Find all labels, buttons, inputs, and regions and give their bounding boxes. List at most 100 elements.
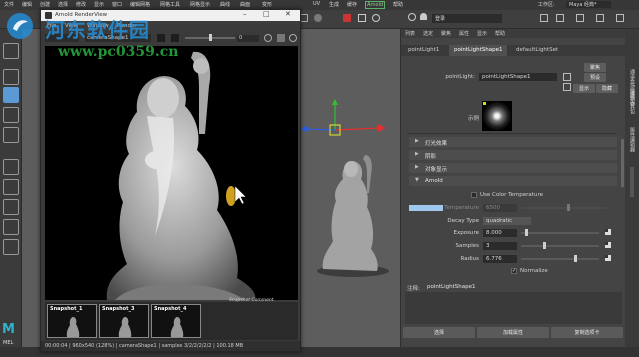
menu-edit[interactable]: 编辑 bbox=[22, 1, 32, 8]
layout-icon-3[interactable] bbox=[576, 14, 584, 22]
tab-defaultlightset[interactable]: defaultLightSet bbox=[511, 45, 563, 56]
search-icon[interactable] bbox=[408, 13, 416, 21]
menu-deform[interactable]: 变形 bbox=[262, 1, 272, 8]
section-light-effects[interactable]: ▶ 灯光效果 bbox=[409, 137, 617, 147]
tab-pointlight1[interactable]: pointLight1 bbox=[403, 45, 444, 56]
exposure-slider-rv[interactable] bbox=[185, 34, 235, 41]
snapshot-thumb-1[interactable]: Snapshot_1 bbox=[47, 304, 97, 338]
menu-mesh-display[interactable]: 网格显示 bbox=[190, 1, 210, 8]
tab-modeling-toolkit[interactable]: 建模工具包 bbox=[628, 89, 636, 114]
login-dropdown[interactable]: 登录 bbox=[432, 14, 502, 23]
light-color-swatch[interactable] bbox=[409, 205, 443, 211]
lasso-tool-icon[interactable] bbox=[3, 69, 19, 85]
section-arnold[interactable]: ▼ Arnold bbox=[409, 176, 617, 186]
menu-create[interactable]: 创建 bbox=[40, 1, 50, 8]
radius-slider[interactable] bbox=[521, 255, 599, 262]
menu-select[interactable]: 选择 bbox=[58, 1, 68, 8]
node-name-field[interactable]: pointLightShape1 bbox=[479, 73, 557, 81]
load-attributes-button[interactable]: 加载属性 bbox=[477, 327, 549, 338]
channel-icon[interactable] bbox=[157, 34, 165, 42]
temperature-field[interactable]: 6500 bbox=[483, 204, 517, 212]
manip-x-arrow[interactable] bbox=[378, 124, 386, 132]
go-to-output-icon[interactable] bbox=[563, 83, 571, 91]
layout-icon-5[interactable] bbox=[616, 14, 624, 22]
exposure-slider-knob[interactable] bbox=[525, 229, 528, 236]
menu-curves[interactable]: 曲线 bbox=[220, 1, 230, 8]
samples-slider[interactable] bbox=[521, 242, 599, 249]
strip-scrollbar[interactable] bbox=[630, 167, 634, 197]
copy-tab-button[interactable]: 复制选项卡 bbox=[551, 327, 623, 338]
radius-slider-knob[interactable] bbox=[574, 255, 577, 262]
menu-generate[interactable]: 生成 bbox=[329, 1, 339, 8]
exposure-knob-rv[interactable] bbox=[209, 34, 212, 41]
menu-mesh-tools[interactable]: 网格工具 bbox=[160, 1, 180, 8]
normalize-checkbox[interactable]: ✓ bbox=[511, 268, 517, 274]
snapshot-thumb-3[interactable]: Snapshot_4 bbox=[151, 304, 201, 338]
samples-field[interactable]: 3 bbox=[483, 242, 517, 250]
section-object-display[interactable]: ▶ 对象显示 bbox=[409, 163, 617, 173]
exposure-field[interactable]: 8.000 bbox=[483, 229, 517, 237]
preset-button[interactable]: 预设 bbox=[584, 73, 606, 82]
exposure-value-rv[interactable]: 0 bbox=[237, 35, 259, 42]
hypershade-layout-icon[interactable] bbox=[3, 239, 19, 255]
four-view-icon[interactable] bbox=[3, 179, 19, 195]
outliner-layout-icon[interactable] bbox=[3, 199, 19, 215]
sun-icon[interactable] bbox=[372, 14, 380, 22]
menu-arnold[interactable]: Arnold bbox=[365, 1, 386, 9]
attr-menu-list[interactable]: 列表 bbox=[405, 30, 415, 37]
manip-y-arrow[interactable] bbox=[332, 99, 338, 105]
layout-icon-1[interactable] bbox=[540, 14, 548, 22]
show-button[interactable]: 显示 bbox=[573, 84, 595, 93]
region-icon[interactable] bbox=[171, 34, 179, 42]
minimize-icon[interactable]: – bbox=[243, 10, 247, 18]
samples-slider-knob[interactable] bbox=[543, 242, 546, 249]
ipr-icon[interactable] bbox=[314, 14, 322, 22]
tab-attribute-editor[interactable]: 属性编辑器 bbox=[628, 127, 636, 152]
snapshot-thumb-2[interactable]: Snapshot_3 bbox=[99, 304, 149, 338]
close-icon[interactable]: ✕ bbox=[285, 10, 291, 18]
scale-tool-icon[interactable] bbox=[3, 127, 19, 143]
focus-button[interactable]: 聚焦 bbox=[584, 63, 606, 72]
radius-map-button[interactable] bbox=[605, 255, 611, 261]
menu-display[interactable]: 显示 bbox=[94, 1, 104, 8]
refresh-icon[interactable] bbox=[264, 34, 272, 42]
render-image[interactable] bbox=[45, 46, 298, 300]
menu-help[interactable]: 帮助 bbox=[393, 1, 403, 8]
attr-scrollbar[interactable] bbox=[621, 139, 624, 187]
layout-icon-4[interactable] bbox=[596, 14, 604, 22]
radius-field[interactable]: 6.776 bbox=[483, 255, 517, 263]
menu-window[interactable]: 窗口 bbox=[112, 1, 122, 8]
menu-cache[interactable]: 缓存 bbox=[347, 1, 357, 8]
single-view-icon[interactable] bbox=[3, 159, 19, 175]
render-icon[interactable] bbox=[300, 14, 308, 22]
hide-button[interactable]: 隐藏 bbox=[596, 84, 618, 93]
mel-label[interactable]: MEL bbox=[3, 340, 13, 346]
attr-menu-focus[interactable]: 聚焦 bbox=[441, 30, 451, 37]
exposure-slider[interactable] bbox=[521, 229, 599, 236]
settings-gear-icon[interactable] bbox=[289, 34, 297, 42]
stop-icon[interactable] bbox=[277, 34, 285, 42]
attr-menu-selected[interactable]: 选定 bbox=[423, 30, 433, 37]
attr-menu-help[interactable]: 帮助 bbox=[495, 30, 505, 37]
notes-textarea[interactable] bbox=[405, 292, 622, 324]
menu-uv[interactable]: UV bbox=[313, 1, 320, 7]
go-to-input-icon[interactable] bbox=[563, 73, 571, 81]
render-settings-icon[interactable] bbox=[343, 14, 351, 22]
rotate-tool-icon[interactable] bbox=[3, 107, 19, 123]
maximize-icon[interactable]: □ bbox=[263, 10, 270, 18]
workspace-dropdown[interactable]: Maya 经典* bbox=[566, 1, 611, 8]
select-tool-icon[interactable] bbox=[3, 43, 19, 59]
hypershade-icon[interactable] bbox=[358, 14, 366, 22]
temperature-slider[interactable] bbox=[521, 204, 607, 211]
menu-modify[interactable]: 修改 bbox=[76, 1, 86, 8]
manip-x-axis[interactable] bbox=[334, 127, 381, 131]
menu-edit-mesh[interactable]: 编辑网格 bbox=[130, 1, 150, 8]
graph-layout-icon[interactable] bbox=[3, 219, 19, 235]
samples-map-button[interactable] bbox=[605, 242, 611, 248]
layout-icon-2[interactable] bbox=[556, 14, 564, 22]
menu-file[interactable]: 文件 bbox=[4, 1, 14, 8]
attr-menu-show[interactable]: 显示 bbox=[477, 30, 487, 37]
decay-type-dropdown[interactable]: quadratic bbox=[483, 217, 531, 225]
temperature-slider-knob[interactable] bbox=[567, 204, 570, 211]
tab-pointlightshape1[interactable]: pointLightShape1 bbox=[449, 45, 508, 56]
